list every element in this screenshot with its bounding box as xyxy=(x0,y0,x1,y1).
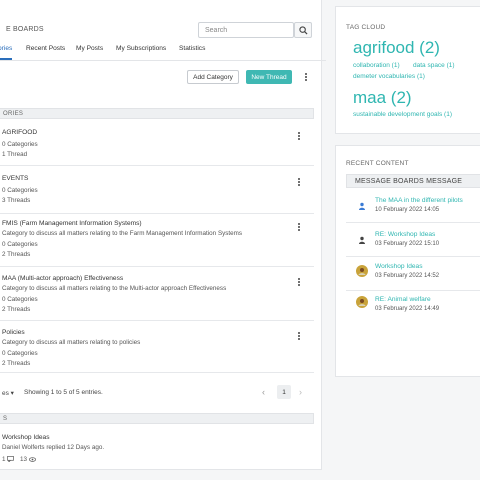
tab-divider xyxy=(0,60,326,61)
category-options-icon[interactable] xyxy=(296,131,302,141)
reply-count-value: 1 xyxy=(2,456,6,463)
category-name[interactable]: FMIS (Farm Management Information System… xyxy=(2,220,142,227)
threads-header-label: S xyxy=(3,416,8,422)
reply-count: 1 xyxy=(2,456,15,464)
thread-row[interactable]: Workshop Ideas Daniel Wolferts replied 1… xyxy=(0,425,314,470)
category-options-icon[interactable] xyxy=(296,177,302,187)
category-count: 0 Categories xyxy=(2,241,38,248)
category-row[interactable]: MAA (Multi-actor approach) Effectiveness… xyxy=(0,267,314,321)
category-row[interactable]: EVENTS 0 Categories 3 Threads xyxy=(0,166,314,214)
comment-icon xyxy=(7,456,15,464)
categories-section-header: ORIES xyxy=(0,108,314,119)
tag-cloud-title: TAG CLOUD xyxy=(346,24,386,31)
threads-section-header: S xyxy=(0,413,314,424)
toolbar-options-icon[interactable] xyxy=(303,72,309,82)
recent-item-date: 03 February 2022 15:10 xyxy=(375,241,440,247)
entries-per-page-select[interactable]: es ▾ xyxy=(2,389,14,397)
category-name[interactable]: MAA (Multi-actor approach) Effectiveness xyxy=(2,275,123,282)
recent-item-title[interactable]: RE: Workshop Ideas xyxy=(375,231,435,238)
category-name[interactable]: AGRIFOOD xyxy=(2,129,37,136)
recent-item-title[interactable]: RE: Animal welfare xyxy=(375,296,431,303)
page-number-button[interactable]: 1 xyxy=(277,385,291,399)
category-description: Category to discuss all matters relating… xyxy=(2,230,243,237)
category-count: 0 Categories xyxy=(2,296,38,303)
tag-data-space[interactable]: data space (1) xyxy=(413,62,455,69)
new-thread-button[interactable]: New Thread xyxy=(246,70,292,84)
thread-count: 3 Threads xyxy=(2,197,31,204)
recent-content-item[interactable]: Workshop Ideas 03 February 2022 14:52 xyxy=(346,257,480,291)
eye-icon xyxy=(28,457,36,462)
category-row[interactable]: Policies Category to discuss all matters… xyxy=(0,321,314,373)
category-description: Category to discuss all matters relating… xyxy=(2,285,227,292)
recent-content-header: MESSAGE BOARDS MESSAGE xyxy=(346,174,480,188)
recent-item-date: 10 February 2022 14:05 xyxy=(375,207,440,213)
recent-item-title[interactable]: Workshop Ideas xyxy=(375,263,423,270)
tag-maa[interactable]: maa (2) xyxy=(353,88,412,108)
category-name[interactable]: EVENTS xyxy=(2,175,28,182)
recent-content-item[interactable]: RE: Workshop Ideas 03 February 2022 15:1… xyxy=(346,223,480,257)
category-row[interactable]: FMIS (Farm Management Information System… xyxy=(0,214,314,267)
search-icon xyxy=(298,25,308,35)
add-category-button[interactable]: Add Category xyxy=(187,70,239,84)
search-input[interactable]: Search xyxy=(198,22,294,38)
tag-collaboration[interactable]: collaboration (1) xyxy=(353,62,400,69)
category-options-icon[interactable] xyxy=(296,277,302,287)
view-count: 13 xyxy=(20,456,36,463)
thread-count: 2 Threads xyxy=(2,360,31,367)
recent-item-date: 03 February 2022 14:49 xyxy=(375,306,440,312)
thread-count: 2 Threads xyxy=(2,251,31,258)
thread-meta: Daniel Wolferts replied 12 Days ago. xyxy=(2,444,105,451)
tag-demeter-vocabularies[interactable]: demeter vocabularies (1) xyxy=(353,73,425,80)
categories-header-label: ORIES xyxy=(3,111,24,117)
recent-content-item[interactable]: RE: Animal welfare 03 February 2022 14:4… xyxy=(346,291,480,321)
category-name[interactable]: Policies xyxy=(2,329,25,336)
recent-content-title: RECENT CONTENT xyxy=(346,160,409,167)
thread-count: 1 Thread xyxy=(2,151,28,158)
tab-categories[interactable]: ories xyxy=(0,45,12,52)
category-count: 0 Categories xyxy=(2,141,38,148)
tab-statistics[interactable]: Statistics xyxy=(179,45,205,52)
search-placeholder: Search xyxy=(205,27,228,34)
category-count: 0 Categories xyxy=(2,350,38,357)
category-options-icon[interactable] xyxy=(296,331,302,341)
photo-avatar xyxy=(356,265,368,277)
recent-item-date: 03 February 2022 14:52 xyxy=(375,273,440,279)
photo-avatar xyxy=(356,296,368,308)
view-count-value: 13 xyxy=(20,456,28,463)
tag-agrifood[interactable]: agrifood (2) xyxy=(353,38,440,58)
thread-count: 2 Threads xyxy=(2,306,31,313)
pagination-summary: Showing 1 to 5 of 5 entries. xyxy=(24,389,103,396)
thread-title[interactable]: Workshop Ideas xyxy=(2,434,50,441)
recent-item-title[interactable]: The MAA in the different pilots xyxy=(375,197,463,204)
tab-my-posts[interactable]: My Posts xyxy=(76,45,103,52)
search-button[interactable] xyxy=(294,22,312,38)
user-icon xyxy=(356,200,368,212)
category-count: 0 Categories xyxy=(2,187,38,194)
tag-sustainable-development-goals[interactable]: sustainable development goals (1) xyxy=(353,111,452,118)
category-description: Category to discuss all matters relating… xyxy=(2,339,141,346)
recent-content-header-label: MESSAGE BOARDS MESSAGE xyxy=(355,178,463,185)
page-title: E BOARDS xyxy=(6,26,44,33)
category-options-icon[interactable] xyxy=(296,222,302,232)
chevron-left-icon[interactable]: ‹ xyxy=(262,387,265,397)
category-row[interactable]: AGRIFOOD 0 Categories 1 Thread xyxy=(0,120,314,166)
chevron-right-icon[interactable]: › xyxy=(299,387,302,397)
tab-my-subscriptions[interactable]: My Subscriptions xyxy=(116,45,166,52)
user-icon xyxy=(356,234,368,246)
recent-content-item[interactable]: The MAA in the different pilots 10 Febru… xyxy=(346,189,480,223)
tab-recent-posts[interactable]: Recent Posts xyxy=(26,45,65,52)
